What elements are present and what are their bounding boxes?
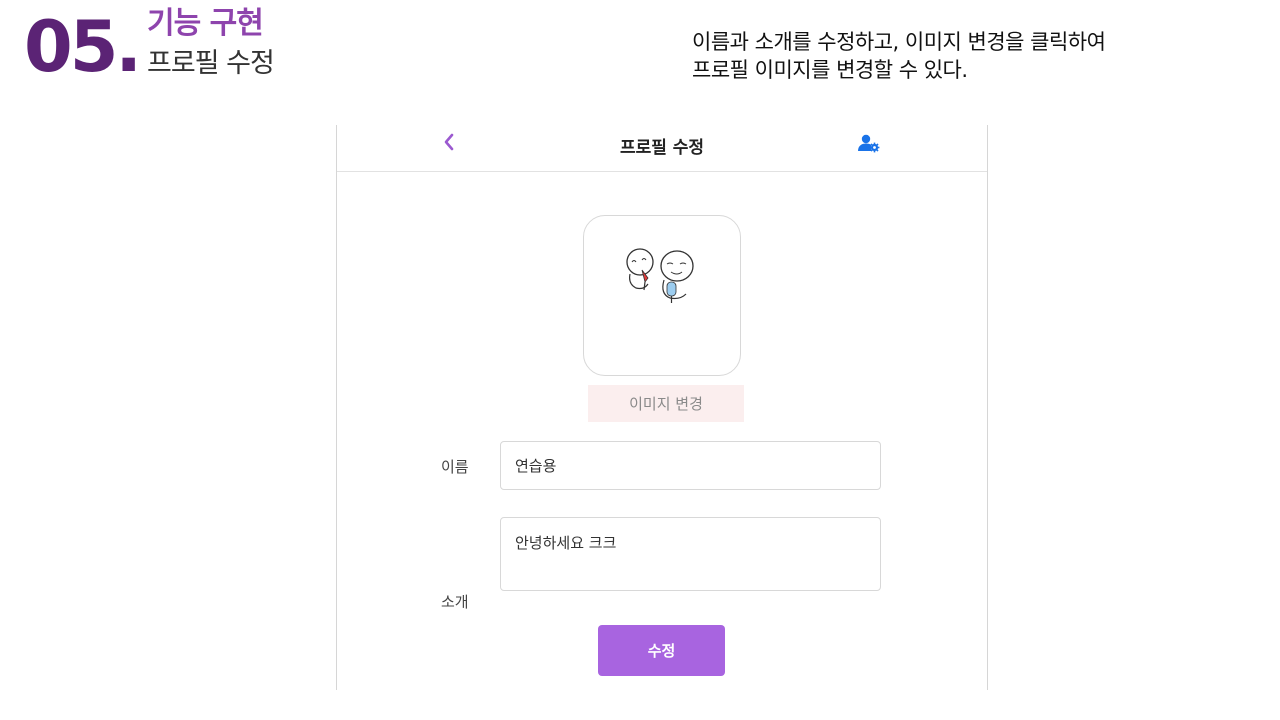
user-settings-icon xyxy=(858,134,880,153)
intro-textarea[interactable]: 안녕하세요 크크 xyxy=(500,517,881,591)
profile-illustration xyxy=(626,248,694,303)
top-bar: 프로필 수정 xyxy=(337,125,987,172)
slide-number: 05. xyxy=(24,6,142,88)
intro-label: 소개 xyxy=(441,593,469,611)
slide-description-line: 프로필 이미지를 변경할 수 있다. xyxy=(692,58,968,82)
page-title: 프로필 수정 xyxy=(619,138,705,158)
slide-title: 기능 구현 xyxy=(147,6,264,41)
slide-description: 이름과 소개를 수정하고, 이미지 변경을 클릭하여 프로필 이미지를 변경할 … xyxy=(692,28,1106,84)
name-input[interactable] xyxy=(500,441,881,490)
user-settings-button[interactable] xyxy=(857,133,881,155)
name-label: 이름 xyxy=(441,458,469,476)
slide-subtitle: 프로필 수정 xyxy=(147,48,275,79)
submit-button[interactable]: 수정 xyxy=(598,625,725,676)
change-image-button[interactable]: 이미지 변경 xyxy=(588,385,744,422)
slide-description-line: 이름과 소개를 수정하고, 이미지 변경을 클릭하여 xyxy=(692,30,1106,54)
profile-image xyxy=(583,215,741,376)
app-screen: 프로필 수정 이미지 변경 이름 연습용 소개 안녕하세요 크크 수정 xyxy=(336,125,988,690)
